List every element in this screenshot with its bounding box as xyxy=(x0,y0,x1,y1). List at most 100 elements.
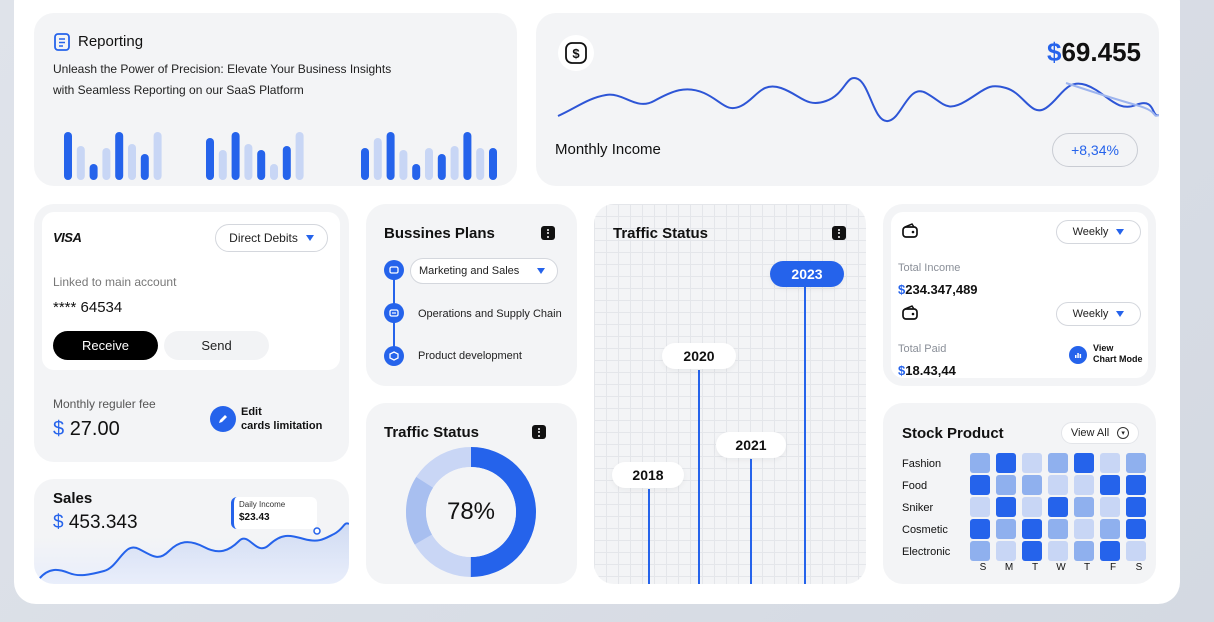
marketing-icon xyxy=(384,260,404,280)
report-bar xyxy=(361,148,369,180)
heatmap-cell xyxy=(996,541,1016,561)
edit-card-limit-button[interactable]: Edit cards limitation xyxy=(210,404,340,436)
view-all-button[interactable]: View All ▾ xyxy=(1061,422,1139,444)
receive-button[interactable]: Receive xyxy=(53,331,158,360)
card-number: **** 64534 xyxy=(53,299,123,316)
stock-row-label: Sniker xyxy=(902,502,934,514)
heatmap-row xyxy=(970,475,1152,497)
wallet-icon xyxy=(901,304,919,322)
report-bar xyxy=(450,146,459,180)
heatmap-cell xyxy=(1100,453,1120,473)
heatmap-row xyxy=(970,519,1152,541)
day-label: M xyxy=(1004,562,1014,573)
year-tag-2018[interactable]: 2018 xyxy=(612,462,684,488)
sales-line-chart xyxy=(38,522,349,584)
totals-inner: Weekly Total Income $234.347,489 Weekly … xyxy=(891,212,1148,378)
chevron-down-icon xyxy=(305,235,314,241)
heatmap-cell xyxy=(1048,541,1068,561)
stock-heatmap xyxy=(970,453,1152,563)
report-bar xyxy=(489,148,497,180)
plan-item-3-label[interactable]: Product development xyxy=(418,350,522,362)
year-tag-2020[interactable]: 2020 xyxy=(662,343,736,369)
stock-row-labels: Fashion Food Sniker Cosmetic Electronic xyxy=(902,456,950,566)
fee-currency: $ xyxy=(53,418,65,440)
weekly-filter-paid[interactable]: Weekly xyxy=(1056,302,1141,326)
heatmap-cell xyxy=(1126,519,1146,539)
direct-debits-dropdown[interactable]: Direct Debits xyxy=(215,224,328,252)
report-bar xyxy=(140,154,149,180)
heatmap-row xyxy=(970,453,1152,475)
stock-product-card: Stock Product View All ▾ Fashion Food Sn… xyxy=(883,403,1156,584)
total-paid-amount: $18.43,44 xyxy=(898,363,956,378)
heatmap-cell xyxy=(996,453,1016,473)
day-label: T xyxy=(1031,562,1039,573)
heatmap-cell xyxy=(1126,475,1146,495)
sales-card: Sales $ 453.343 Daily Income $23.43 xyxy=(34,479,349,584)
report-bar xyxy=(386,132,395,180)
send-button[interactable]: Send xyxy=(164,331,269,360)
report-bar xyxy=(257,150,266,180)
stock-row-label: Electronic xyxy=(902,546,951,558)
heatmap-cell xyxy=(1126,541,1146,561)
income-label: Monthly Income xyxy=(555,141,661,158)
edit-label-line-2: cards limitation xyxy=(241,420,323,432)
traffic-years-card: Traffic Status 2023 2020 2021 2018 xyxy=(594,204,866,584)
heatmap-cell xyxy=(970,497,990,517)
heatmap-cell xyxy=(970,453,990,473)
heatmap-cell xyxy=(1074,541,1094,561)
fee-value: 27.00 xyxy=(69,418,120,440)
heatmap-cell xyxy=(1126,497,1146,517)
heatmap-cell xyxy=(1022,519,1042,539)
view-label-line-2: Chart Mode xyxy=(1093,354,1143,364)
heatmap-cell xyxy=(1022,475,1042,495)
wallet-icon xyxy=(901,222,919,240)
heatmap-cell xyxy=(1126,453,1146,473)
heatmap-cell xyxy=(996,475,1016,495)
view-all-label: View All xyxy=(1070,427,1110,439)
heatmap-cell xyxy=(1100,519,1120,539)
marketing-sales-dropdown[interactable]: Marketing and Sales xyxy=(410,258,558,284)
chevron-down-circle-icon: ▾ xyxy=(1117,427,1130,439)
report-bar xyxy=(102,148,111,180)
year-tag-2023[interactable]: 2023 xyxy=(770,261,844,287)
weekly-filter-income[interactable]: Weekly xyxy=(1056,220,1141,244)
traffic-donut-chart xyxy=(405,446,536,577)
linked-account-label: Linked to main account xyxy=(53,275,177,289)
visa-card: VISA Direct Debits Linked to main accoun… xyxy=(42,212,340,370)
view-label-line-1: View xyxy=(1093,343,1114,353)
report-bar xyxy=(476,148,485,180)
stock-row-label: Cosmetic xyxy=(902,524,948,536)
chevron-down-icon xyxy=(1116,229,1125,235)
weekly-filter-income-label: Weekly xyxy=(1072,226,1109,238)
view-chart-mode-button[interactable]: View Chart Mode xyxy=(1069,342,1147,372)
report-bar xyxy=(425,148,433,180)
day-label: S xyxy=(1135,562,1143,573)
heatmap-cell xyxy=(1074,519,1094,539)
heatmap-row xyxy=(970,497,1152,519)
report-bar xyxy=(218,150,227,180)
reporting-card: Reporting Unleash the Power of Precision… xyxy=(34,13,517,186)
report-bar xyxy=(231,132,240,180)
heatmap-cell xyxy=(1048,475,1068,495)
report-bar xyxy=(295,132,304,180)
total-income-amount: $234.347,489 xyxy=(898,282,978,297)
plan-item-2-label[interactable]: Operations and Supply Chain xyxy=(418,308,562,320)
income-change-badge: +8,34% xyxy=(1052,133,1138,167)
heatmap-row xyxy=(970,541,1152,563)
heatmap-cell xyxy=(1100,497,1120,517)
report-bar xyxy=(153,132,162,180)
fee-amount: $ 27.00 xyxy=(53,418,120,441)
pencil-icon xyxy=(210,406,236,432)
chevron-down-icon xyxy=(537,268,545,274)
report-bar xyxy=(115,132,124,180)
heatmap-cell xyxy=(1022,453,1042,473)
report-bar xyxy=(128,144,136,180)
heatmap-cell xyxy=(1100,475,1120,495)
traffic-donut-card: Traffic Status 78% xyxy=(366,403,577,584)
business-plans-card: Bussines Plans Marketing and Sales Opera… xyxy=(366,204,577,386)
heatmap-cell xyxy=(970,475,990,495)
heatmap-cell xyxy=(1100,541,1120,561)
year-tag-2021[interactable]: 2021 xyxy=(716,432,786,458)
direct-debits-label: Direct Debits xyxy=(229,231,298,245)
stock-row-label: Food xyxy=(902,480,928,492)
